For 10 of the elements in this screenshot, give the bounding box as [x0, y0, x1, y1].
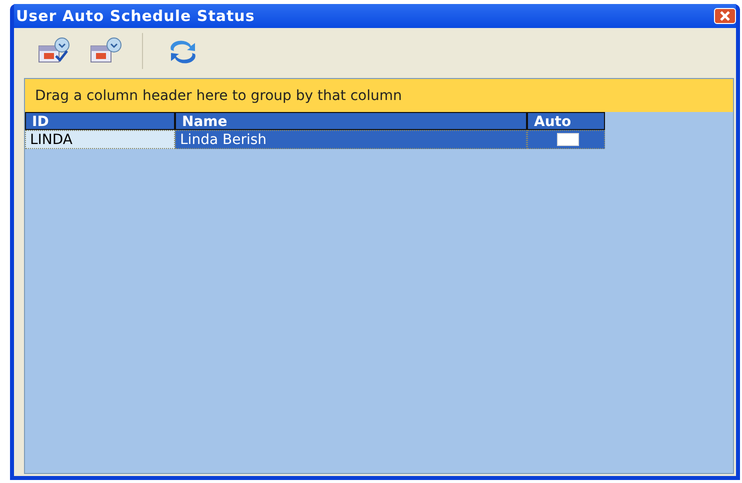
column-header[interactable]: ID — [25, 112, 175, 130]
column-header[interactable]: Name — [175, 112, 527, 130]
column-header[interactable]: Auto — [527, 112, 605, 130]
table-cell: Linda Berish — [175, 130, 527, 149]
window-title: User Auto Schedule Status — [15, 7, 255, 25]
checkbox[interactable] — [557, 133, 579, 146]
close-button[interactable] — [714, 8, 736, 24]
table-cell: LINDA — [25, 130, 175, 149]
group-panel-hint: Drag a column header here to group by that column — [25, 79, 733, 112]
close-icon — [719, 11, 731, 21]
